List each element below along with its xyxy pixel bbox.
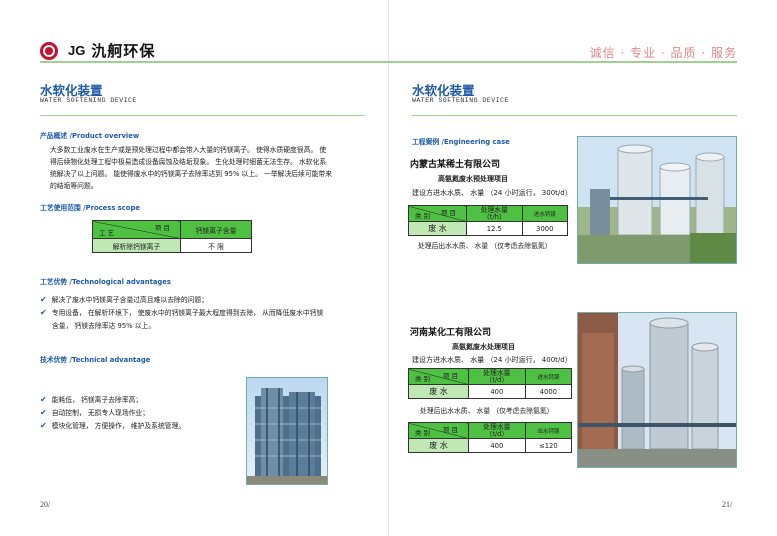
case2-result-row-label: 废 水: [408, 438, 469, 453]
scope-col-header: 钙镁离子含量: [180, 220, 252, 239]
list-item: ✔ 能耗低， 钙镁离子去除率高；: [40, 395, 143, 404]
case1-row-v2: 3000: [521, 221, 569, 236]
company-name: 氿舸环保: [91, 42, 156, 60]
case2-table: 项 目 类 别 处理水量 （t/d） 进水钙镁 废 水 400 4000: [408, 368, 573, 399]
scope-table: 项 目 工 艺 钙镁离子含量 解析除钙镁离子 不 限: [92, 220, 252, 253]
case1-diag-header: 项 目 类 别: [408, 205, 467, 222]
check-icon: ✔: [40, 421, 47, 430]
case2-project: 高氨氮废水处理项目: [452, 343, 515, 351]
case2-diag-header: 项 目 类 别: [408, 368, 469, 385]
case1-row-label: 废 水: [408, 221, 467, 236]
left-page-subtitle: WATER SOFTENING DEVICE: [40, 97, 137, 104]
left-section-divider: [40, 115, 365, 116]
silo-tanks-image: [578, 313, 736, 467]
overview-label: 产品概述 /Product overview: [40, 132, 140, 140]
scope-diag-header: 项 目 工 艺: [92, 220, 181, 239]
case1-design-note: 建设方进水水质、 水量 （24 小时运行， 300t/d）: [412, 189, 572, 197]
scope-label: 工艺使用范围 /Process scope: [40, 204, 140, 212]
logo-letters: JG: [68, 43, 86, 58]
page-spine: [388, 0, 389, 536]
company-logo: JG 氿舸环保: [40, 40, 155, 61]
case1-project: 高氨氮废水预处理项目: [438, 175, 508, 183]
case1-col1-header: 处理水量 （t/h）: [466, 205, 523, 222]
scope-row-value: 不 限: [180, 238, 252, 253]
list-item: ✔ 解决了废水中钙镁离子含量过高且难以去除的问题；: [40, 295, 209, 304]
right-page-subtitle: WATER SOFTENING DEVICE: [412, 97, 509, 104]
tech-advantages-list: ✔ 解决了废水中钙镁离子含量过高且难以去除的问题； ✔ 专用设备， 在解析环境下， …: [40, 294, 370, 333]
case2-col2-header: 进水钙镁: [524, 368, 573, 385]
tech-advantage-label: 技术优势 /Technical advantage: [40, 356, 151, 364]
check-icon: ✔: [40, 295, 47, 304]
case1-company: 内蒙古某稀土有限公司: [410, 160, 501, 170]
case2-design-note: 建设方进水水质、 水量 （24 小时运行， 400t/d）: [412, 356, 572, 364]
case2-row-v1: 400: [468, 384, 526, 399]
overview-line: 的结垢等问题。: [50, 182, 98, 190]
check-icon: ✔: [40, 308, 47, 317]
logo-mark-icon: [40, 41, 62, 61]
tech-advantages-label: 工艺优势 /Technological advantages: [40, 278, 171, 286]
check-icon: ✔: [40, 408, 47, 417]
overview-paragraph: 大多数工业废水在生产或是预处理过程中都会带入大量的钙镁离子。 使得水质硬度很高。…: [50, 144, 370, 192]
case2-result-col1-header: 处理水量 （t/d）: [468, 422, 526, 439]
industrial-plant-image: [247, 378, 327, 484]
case2-result-v1: 400: [468, 438, 526, 453]
page-number-left: 20/: [40, 500, 51, 509]
case1-row-v1: 12.5: [466, 221, 523, 236]
case2-result-col2-header: 出水钙镁: [524, 422, 573, 439]
case2-row-label: 废 水: [408, 384, 469, 399]
right-section-divider: [412, 115, 737, 116]
list-item: ✔ 模块化管理， 方便操作， 维护及系统管理。: [40, 421, 186, 430]
list-item: 含量， 钙镁去除率达 95% 以上。: [52, 322, 156, 330]
case2-result-v2: ≤120: [524, 438, 573, 453]
list-item: ✔ 自动控制， 无损专人现场作业；: [40, 408, 150, 417]
scope-row-label: 解析除钙镁离子: [92, 238, 181, 253]
case2-photo: [577, 312, 737, 468]
case1-photo: [577, 136, 737, 264]
case1-col2-header: 进水钙镁: [521, 205, 569, 222]
page-number-right: 21/: [722, 500, 733, 509]
case1-after-note: 处理后出水水质、 水量 （仅考虑去除氨氮）: [418, 242, 552, 250]
case2-result-diag-header: 项 目 类 别: [408, 422, 469, 439]
case2-row-v2: 4000: [524, 384, 573, 399]
brochure-spread: JG 氿舸环保 诚信 · 专业 · 品质 · 服务 水软化装置 WATER SO…: [0, 0, 777, 536]
overview-line: 得后续物化处理工程中极易造成设备腐蚀及结垢现象。 生化处理时细菌无法生存。 水软…: [50, 158, 327, 166]
case2-company: 河南某化工有限公司: [410, 328, 492, 338]
list-item: ✔ 专用设备， 在解析环境下， 使废水中的钙镁离子最大程度得到去除， 从而降低废水…: [40, 308, 324, 317]
check-icon: ✔: [40, 395, 47, 404]
case2-after-note: 处理后出水水质、 水量 （仅考虑去除氨氮）: [420, 407, 554, 415]
case2-col1-header: 处理水量 （t/d）: [468, 368, 526, 385]
case1-table: 项 目 类 别 处理水量 （t/h） 进水钙镁 废 水 12.5 3000: [408, 205, 569, 236]
slogan: 诚信 · 专业 · 品质 · 服务: [589, 46, 737, 60]
equipment-photo: [246, 377, 328, 485]
case2-result-table: 项 目 类 别 处理水量 （t/d） 出水钙镁 废 水 400 ≤120: [408, 422, 573, 453]
header-divider: [40, 61, 737, 63]
water-tanks-image: [578, 137, 736, 263]
case-label: 工程案例 /Engineering case: [412, 138, 510, 146]
overview-line: 大多数工业废水在生产或是预处理过程中都会带入大量的钙镁离子。 使得水质硬度很高。…: [50, 146, 327, 154]
overview-line: 统解决了以上问题。 能使得废水中的钙镁离子去除率达到 95% 以上。 一举解决后…: [50, 170, 333, 178]
tech-advantage-list: ✔ 能耗低， 钙镁离子去除率高； ✔ 自动控制， 无损专人现场作业； ✔ 模块化管理，…: [40, 394, 240, 433]
